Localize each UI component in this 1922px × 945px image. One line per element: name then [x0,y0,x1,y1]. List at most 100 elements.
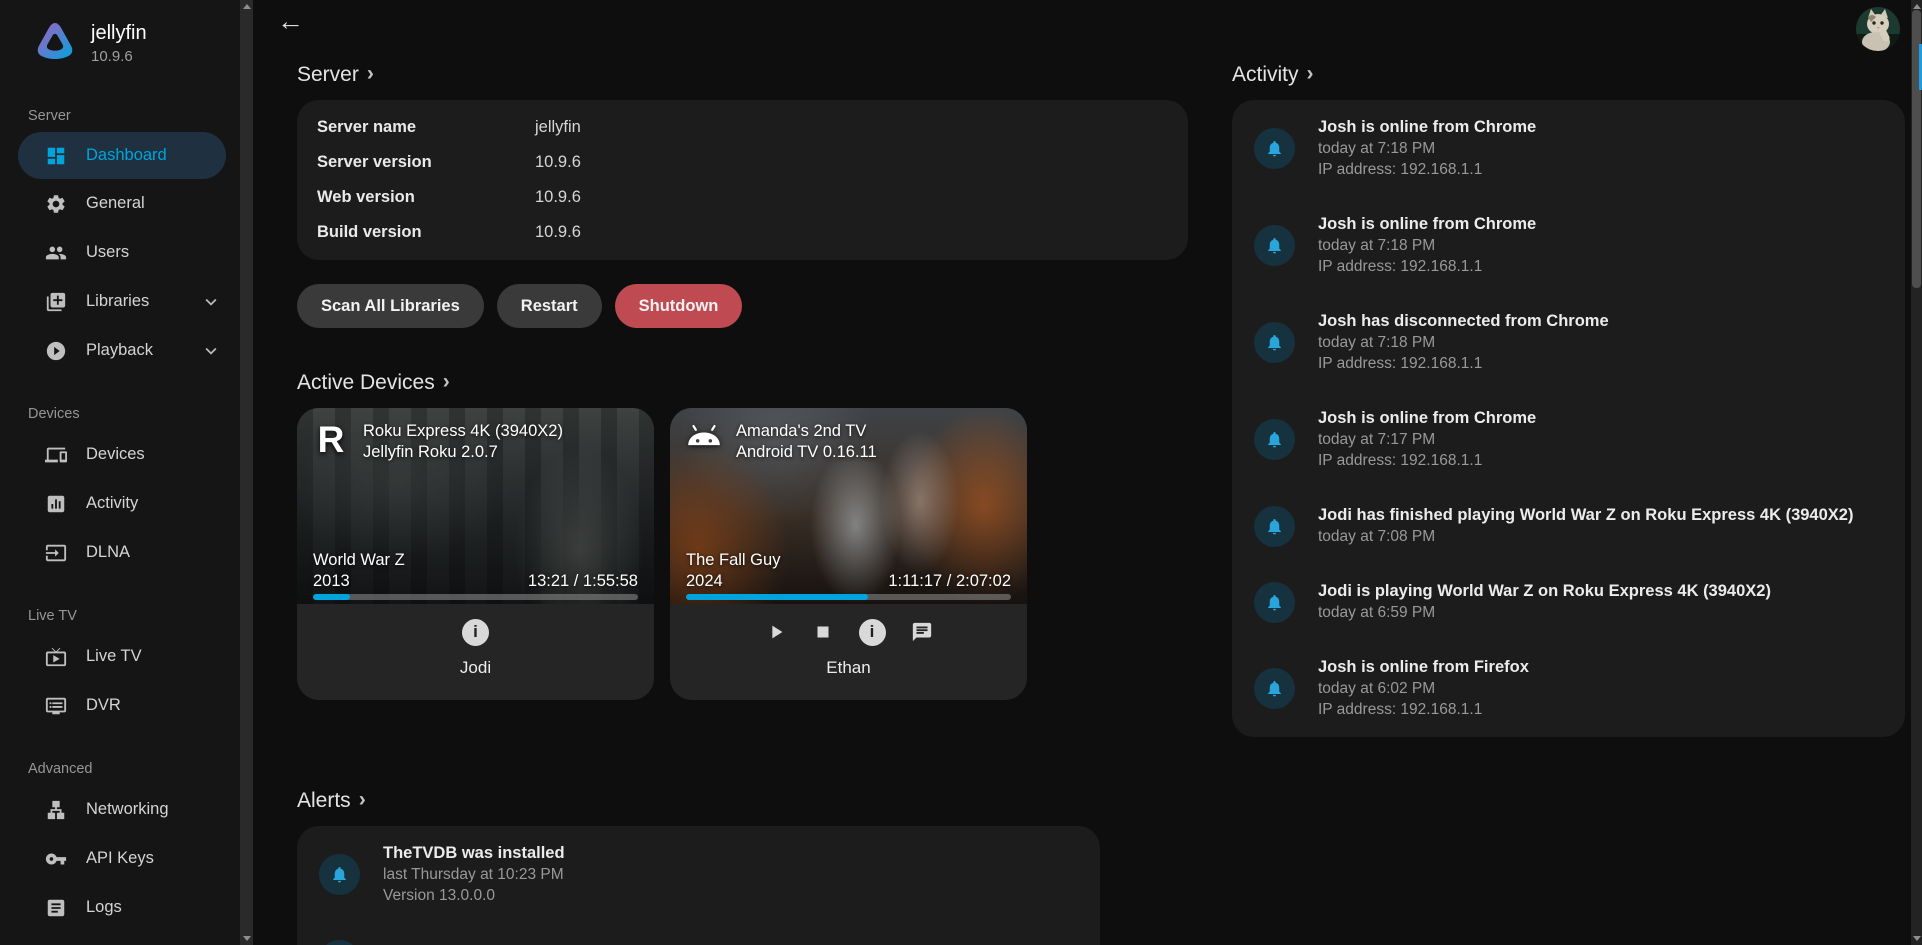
info-label: Server name [317,118,535,137]
alert-detail: Version 13.0.0.0 [383,885,565,906]
sidebar-scrollbar[interactable] [240,0,253,945]
play-icon[interactable] [765,621,787,643]
sidebar-item-libraries[interactable]: Libraries [0,277,240,326]
sidebar-item-dlna[interactable]: DLNA [0,528,240,577]
bell-icon [1254,225,1295,266]
sidebar-item-activity[interactable]: Activity [0,479,240,528]
scroll-down-icon[interactable] [1913,936,1921,941]
info-value: 10.9.6 [535,223,581,242]
bell-icon [1254,419,1295,460]
shutdown-button[interactable]: Shutdown [615,284,743,328]
activity-item-title: Josh is online from Chrome [1318,214,1536,235]
active-devices-title: Active Devices [297,371,435,395]
playback-progress-bar [686,594,1011,600]
alert-item: AniDB was installed [319,923,1078,945]
sidebar-item-label: Activity [86,494,138,513]
sidebar-item-label: Playback [86,341,153,360]
activity-item-time: today at 7:18 PM [1318,332,1609,353]
bell-icon [319,854,360,895]
device-user: Ethan [670,658,1027,678]
sidebar-item-devices[interactable]: Devices [0,430,240,479]
device-client: Android TV 0.16.11 [736,442,877,463]
playback-time: 13:21 / 1:55:58 [528,571,638,592]
info-icon[interactable]: i [462,619,489,646]
message-icon[interactable] [911,621,933,643]
bell-icon [1254,582,1295,623]
app-version: 10.9.6 [91,48,147,65]
dashboard-icon [44,144,68,168]
alerts-card: TheTVDB was installed last Thursday at 1… [297,826,1100,945]
media-year: 2024 [686,571,780,592]
scan-all-libraries-button[interactable]: Scan All Libraries [297,284,484,328]
alert-time: last Thursday at 10:23 PM [383,864,565,885]
page-scrollbar[interactable] [1911,0,1922,945]
server-section-heading[interactable]: Server › [297,62,1188,88]
activity-item-time: today at 7:08 PM [1318,526,1853,547]
sidebar-item-live-tv[interactable]: Live TV [0,632,240,681]
info-label: Web version [317,188,535,207]
activity-item: Josh is online from Chrome today at 7:18… [1254,100,1883,197]
sidebar-item-label: Networking [86,800,169,819]
sidebar-item-networking[interactable]: Networking [0,785,240,834]
roku-icon: R [311,418,351,463]
sidebar-item-logs[interactable]: Logs [0,883,240,932]
activity-item-ip: IP address: 192.168.1.1 [1318,450,1536,471]
activity-title: Activity [1232,63,1299,87]
playback-progress-fill [686,594,868,600]
brand: jellyfin 10.9.6 [0,0,240,66]
logs-icon [44,896,68,920]
sidebar-item-playback[interactable]: Playback [0,326,240,375]
server-info-row: Build version 10.9.6 [317,215,1168,250]
device-name: Amanda's 2nd TV [736,421,877,442]
info-icon[interactable]: i [859,619,886,646]
key-icon [44,847,68,871]
sidebar-item-api-keys[interactable]: API Keys [0,834,240,883]
dvr-icon [44,694,68,718]
activity-heading[interactable]: Activity › [1232,62,1905,88]
sidebar-section-label: Live TV [28,608,240,624]
active-device-card: Amanda's 2nd TV Android TV 0.16.11 The F… [670,408,1027,700]
activity-item-title: Josh is online from Chrome [1318,117,1536,138]
server-info-card: Server name jellyfin Server version 10.9… [297,100,1188,260]
restart-button[interactable]: Restart [497,284,602,328]
chevron-right-icon: › [367,63,374,87]
sidebar-item-label: Users [86,243,129,262]
alerts-heading[interactable]: Alerts › [297,788,1188,814]
sidebar-item-dashboard[interactable]: Dashboard [18,132,226,179]
chevron-down-icon [200,340,222,362]
activity-item-ip: IP address: 192.168.1.1 [1318,256,1536,277]
active-device-card: R Roku Express 4K (3940X2) Jellyfin Roku… [297,408,654,700]
networking-icon [44,798,68,822]
scroll-up-icon[interactable] [1913,4,1921,9]
scroll-up-icon[interactable] [243,4,251,9]
activity-item: Josh is online from Chrome today at 7:18… [1254,197,1883,294]
activity-item-ip: IP address: 192.168.1.1 [1318,699,1529,720]
sidebar-item-label: Libraries [86,292,149,311]
activity-item-title: Josh is online from Firefox [1318,657,1529,678]
sidebar-item-dvr[interactable]: DVR [0,681,240,730]
activity-item-time: today at 7:18 PM [1318,138,1536,159]
sidebar-item-general[interactable]: General [0,179,240,228]
info-label: Build version [317,223,535,242]
sidebar-section-label: Advanced [28,761,240,777]
stop-icon[interactable] [812,621,834,643]
active-devices-heading[interactable]: Active Devices › [297,370,1188,396]
chevron-right-icon: › [443,371,450,395]
scroll-down-icon[interactable] [243,936,251,941]
jellyfin-logo-icon [34,20,76,66]
back-arrow-icon[interactable]: ← [277,8,304,35]
playback-progress-bar [313,594,638,600]
chevron-down-icon [200,291,222,313]
sidebar: jellyfin 10.9.6 Server Dashboard General… [0,0,240,945]
bell-icon [1254,322,1295,363]
alerts-title: Alerts [297,789,351,813]
libraries-icon [44,290,68,314]
activity-item-title: Jodi is playing World War Z on Roku Expr… [1318,581,1771,602]
bell-icon [319,940,360,945]
info-label: Server version [317,153,535,172]
playback-time: 1:11:17 / 2:07:02 [888,571,1011,592]
android-icon [684,418,724,463]
activity-item-title: Josh has disconnected from Chrome [1318,311,1609,332]
sidebar-item-users[interactable]: Users [0,228,240,277]
user-avatar[interactable] [1856,7,1900,51]
